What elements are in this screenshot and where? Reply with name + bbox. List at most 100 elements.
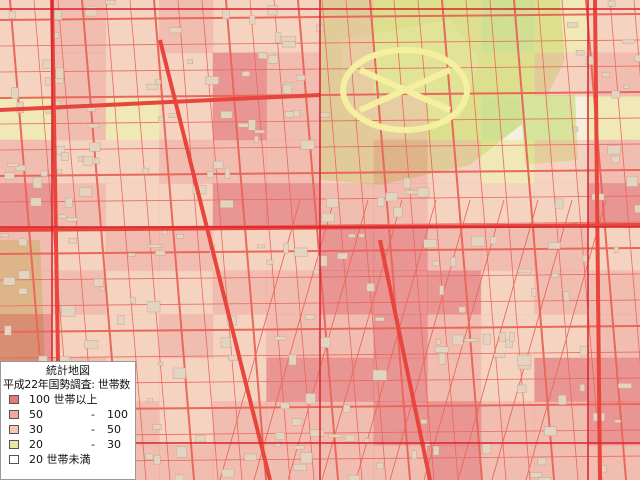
building (56, 169, 63, 174)
building (174, 474, 185, 480)
building (18, 287, 28, 295)
building (284, 111, 295, 118)
building (326, 198, 339, 208)
building (187, 59, 193, 65)
legend-low-3: 30 (29, 423, 43, 436)
building (463, 338, 479, 343)
building (493, 353, 506, 358)
mesh-cell (588, 270, 640, 315)
building (293, 110, 301, 118)
building (61, 152, 69, 161)
mesh-cell (52, 270, 107, 315)
building (257, 244, 265, 249)
building (222, 8, 230, 19)
building (86, 107, 96, 112)
legend-row-5: 20 世帯未満 (1, 452, 135, 467)
building (283, 242, 289, 254)
building (146, 398, 154, 403)
building (145, 453, 154, 461)
mesh-cell (588, 445, 640, 480)
building (482, 443, 492, 454)
building (393, 206, 403, 218)
building (84, 340, 99, 349)
building (3, 276, 16, 286)
building (547, 242, 561, 250)
building (358, 233, 365, 238)
building (321, 212, 335, 223)
building (575, 50, 585, 56)
building (220, 337, 231, 348)
building (58, 214, 67, 219)
legend-row-1: 100 世帯以上 (1, 392, 135, 407)
building (237, 122, 249, 128)
building (61, 305, 76, 317)
building (622, 39, 635, 44)
mesh-cell (159, 270, 214, 315)
mesh-cell (480, 0, 535, 10)
building (169, 27, 182, 34)
building (573, 126, 579, 132)
legend-row-4: 20 - 30 (1, 437, 135, 452)
mesh-cell (427, 0, 482, 10)
building (614, 419, 621, 423)
building (300, 139, 315, 150)
building (4, 172, 15, 180)
legend-label-1: 100 世帯以上 (29, 393, 98, 406)
building (405, 190, 419, 195)
building (544, 426, 557, 437)
building (348, 233, 356, 238)
building (85, 5, 98, 17)
building (617, 383, 632, 389)
legend-high-2: 100 (107, 408, 128, 421)
mesh-cell (105, 183, 160, 228)
building (152, 424, 162, 430)
mesh-cell (212, 9, 267, 54)
building (249, 15, 256, 25)
building (551, 273, 560, 278)
building (176, 446, 187, 458)
building (537, 457, 547, 466)
building (417, 187, 430, 198)
legend-dash-3: - (91, 423, 95, 436)
mesh-cell (373, 445, 428, 480)
building (89, 142, 101, 152)
building (602, 72, 610, 78)
building (611, 155, 620, 164)
building (317, 255, 328, 267)
building (93, 278, 104, 287)
building (228, 354, 238, 361)
mesh-cell (52, 0, 107, 10)
building (611, 90, 621, 99)
legend-label-5: 20 世帯未満 (29, 453, 91, 466)
mesh-cell (159, 314, 214, 359)
building (411, 450, 417, 460)
building (403, 177, 411, 189)
building (55, 67, 64, 79)
building (153, 455, 161, 465)
legend-dash-4: - (91, 438, 95, 451)
legend-row-3: 30 - 50 (1, 422, 135, 437)
building (517, 384, 527, 393)
legend-title: 統計地図 (46, 364, 90, 377)
building (482, 333, 491, 345)
building (309, 429, 325, 437)
building (68, 238, 77, 244)
building (375, 316, 385, 322)
building (607, 0, 616, 7)
building (30, 197, 42, 207)
building (154, 79, 161, 85)
legend-swatch-3 (9, 425, 19, 434)
mesh-cell (373, 0, 428, 10)
building (438, 353, 446, 365)
legend-high-3: 50 (107, 423, 121, 436)
building (54, 78, 64, 84)
mesh-cell (0, 9, 53, 54)
building (385, 192, 398, 202)
legend-swatch-4 (9, 440, 19, 449)
building (458, 306, 466, 313)
building (254, 135, 259, 144)
building (313, 268, 320, 275)
building (294, 247, 308, 257)
building (343, 404, 351, 413)
building (275, 432, 286, 440)
